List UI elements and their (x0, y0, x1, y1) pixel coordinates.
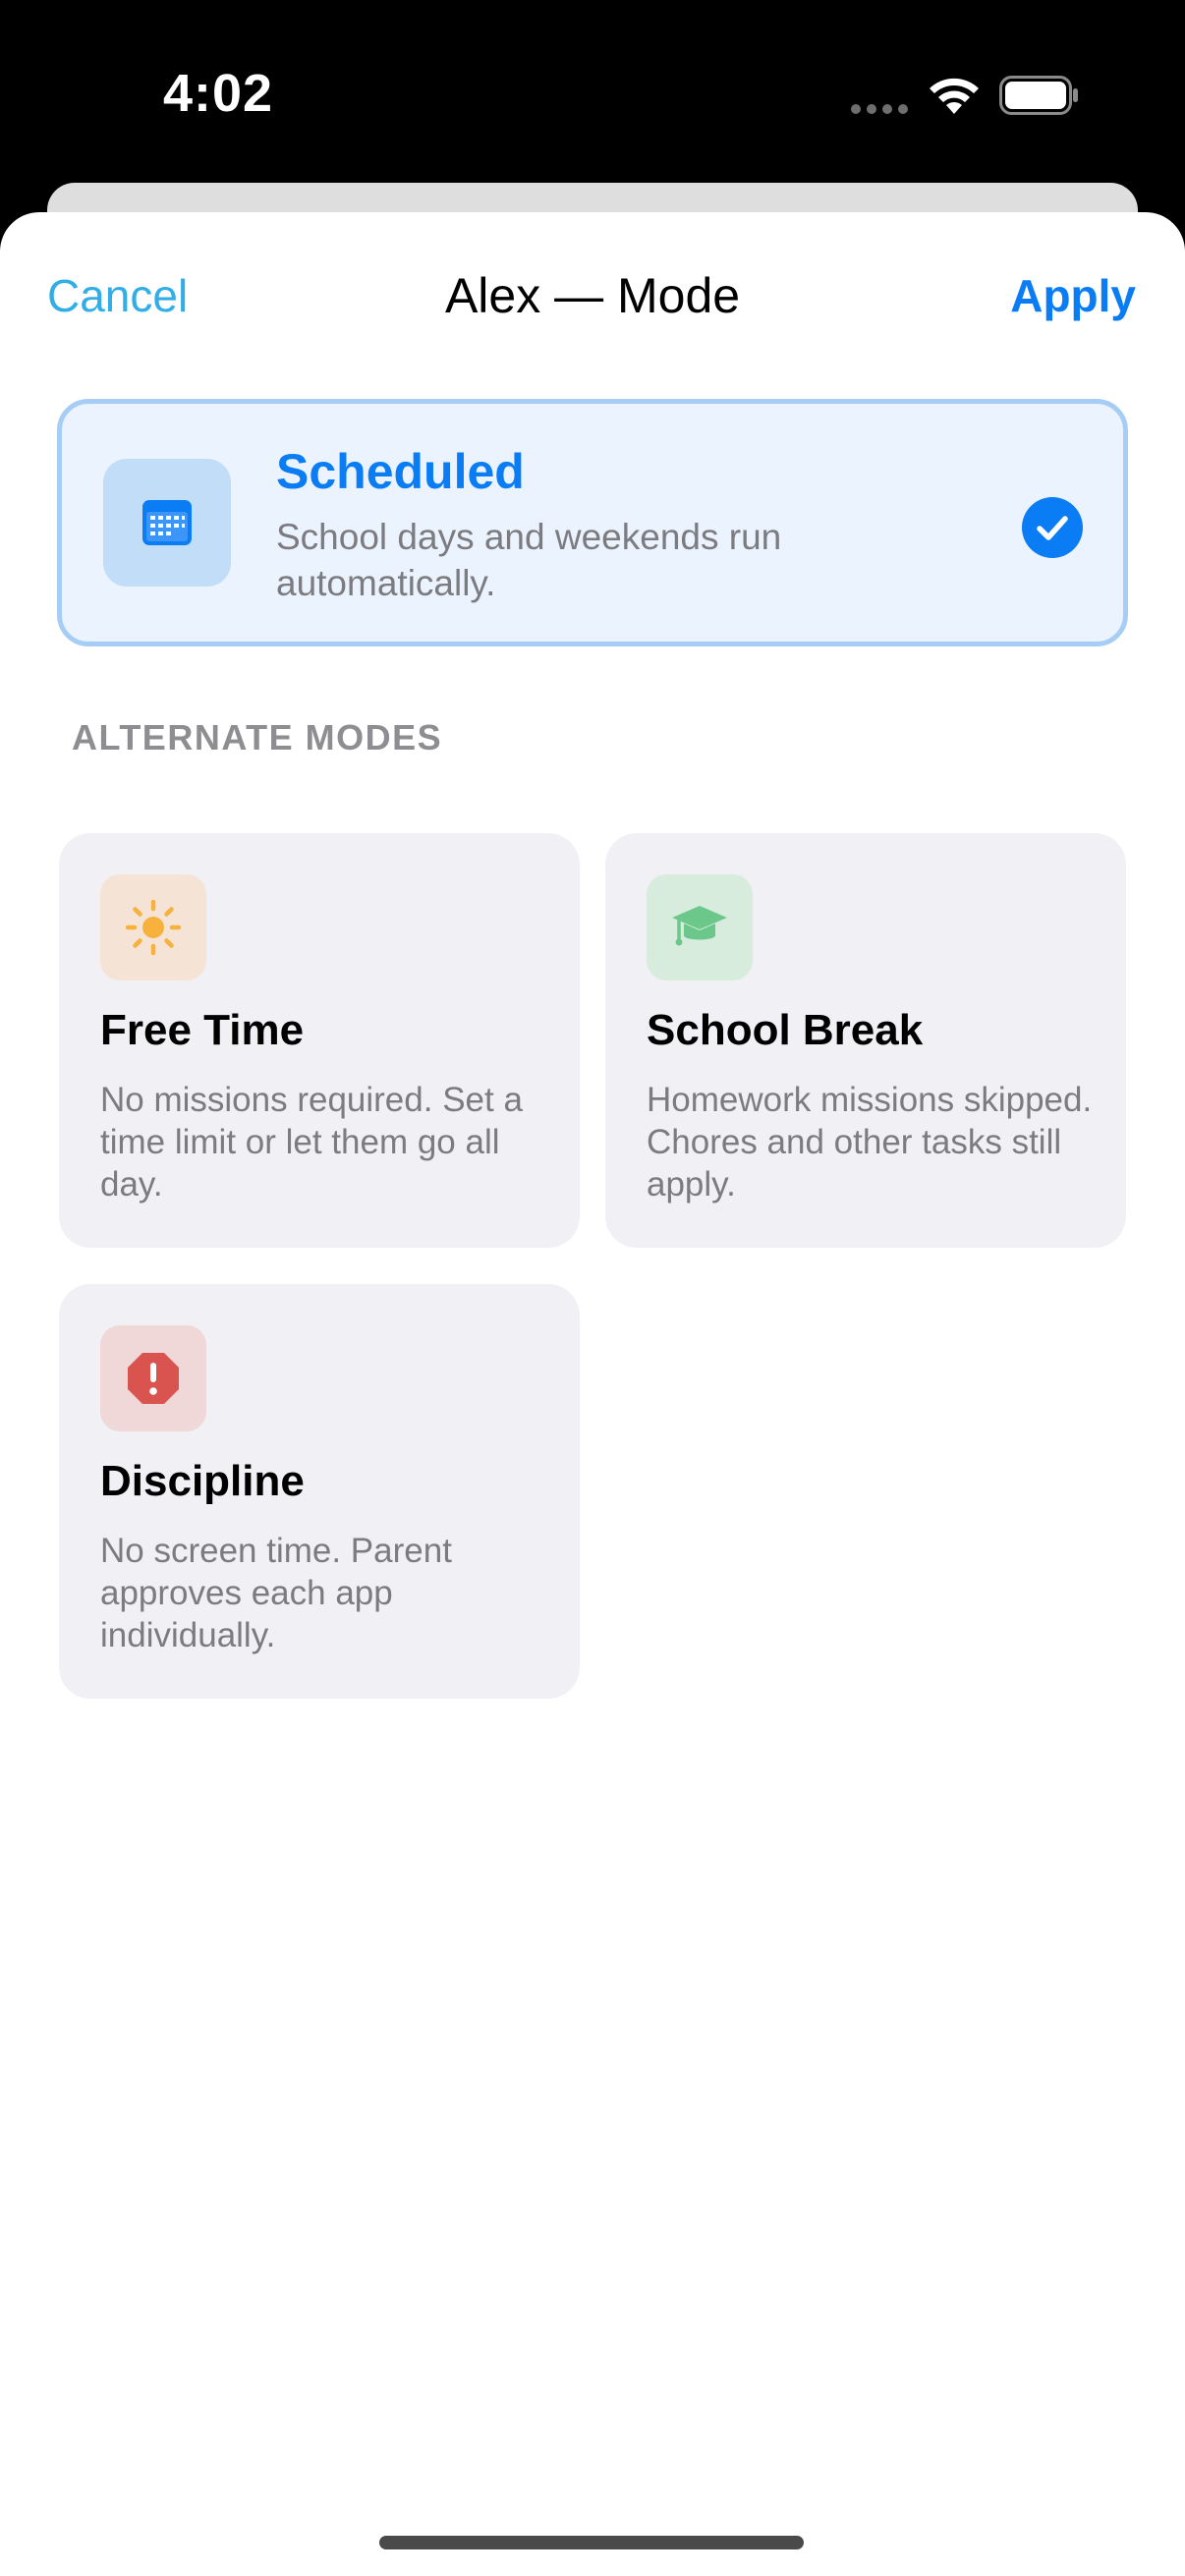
discipline-mode-card[interactable]: Discipline No screen time. Parent approv… (59, 1284, 580, 1699)
status-bar: 4:02 (0, 0, 1185, 187)
wifi-icon (930, 78, 979, 114)
school-break-title: School Break (647, 1006, 924, 1054)
school-break-description: Homework missions skipped. Chores and ot… (647, 1081, 1093, 1204)
apply-button[interactable]: Apply (1010, 269, 1136, 322)
sun-icon (125, 899, 182, 956)
scheduled-mode-card[interactable]: Scheduled School days and weekends run a… (57, 399, 1128, 646)
graduation-cap-icon (672, 906, 727, 946)
checkmark-circle-icon (1022, 497, 1083, 558)
mode-sheet: Cancel Alex — Mode Apply Scheduled Schoo… (0, 212, 1185, 2576)
free-time-mode-card[interactable]: Free Time No missions required. Set a ti… (59, 833, 580, 1248)
status-time: 4:02 (163, 64, 274, 123)
discipline-description: No screen time. Parent approves each app… (100, 1532, 452, 1654)
free-time-description: No missions required. Set a time limit o… (100, 1081, 523, 1204)
cellular-signal-icon (851, 104, 908, 114)
discipline-title: Discipline (100, 1457, 305, 1505)
scheduled-description: School days and weekends run automatical… (276, 517, 782, 603)
scheduled-title: Scheduled (276, 444, 525, 499)
scheduled-icon-container (103, 459, 231, 587)
sheet-title: Alex — Mode (444, 268, 741, 323)
free-time-title: Free Time (100, 1006, 305, 1054)
calendar-icon (142, 500, 192, 545)
home-indicator[interactable] (379, 2536, 804, 2549)
alternate-modes-heading: ALTERNATE MODES (72, 717, 443, 757)
free-time-icon-container (100, 874, 206, 980)
stop-alert-icon (128, 1353, 179, 1404)
discipline-icon-container (100, 1325, 206, 1431)
school-break-mode-card[interactable]: School Break Homework missions skipped. … (605, 833, 1126, 1248)
school-break-icon-container (647, 874, 753, 980)
battery-icon (999, 76, 1078, 115)
